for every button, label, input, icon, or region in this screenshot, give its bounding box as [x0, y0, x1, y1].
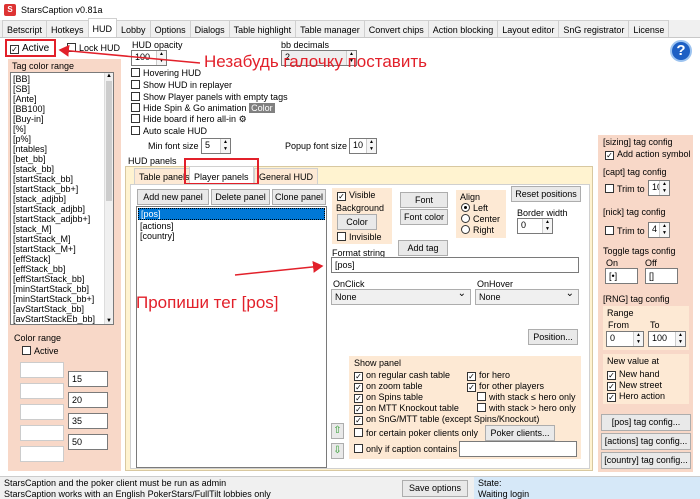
arrow-to-format-string — [234, 260, 324, 276]
arrow-to-active — [58, 44, 201, 64]
annotation-arrows — [58, 44, 324, 276]
